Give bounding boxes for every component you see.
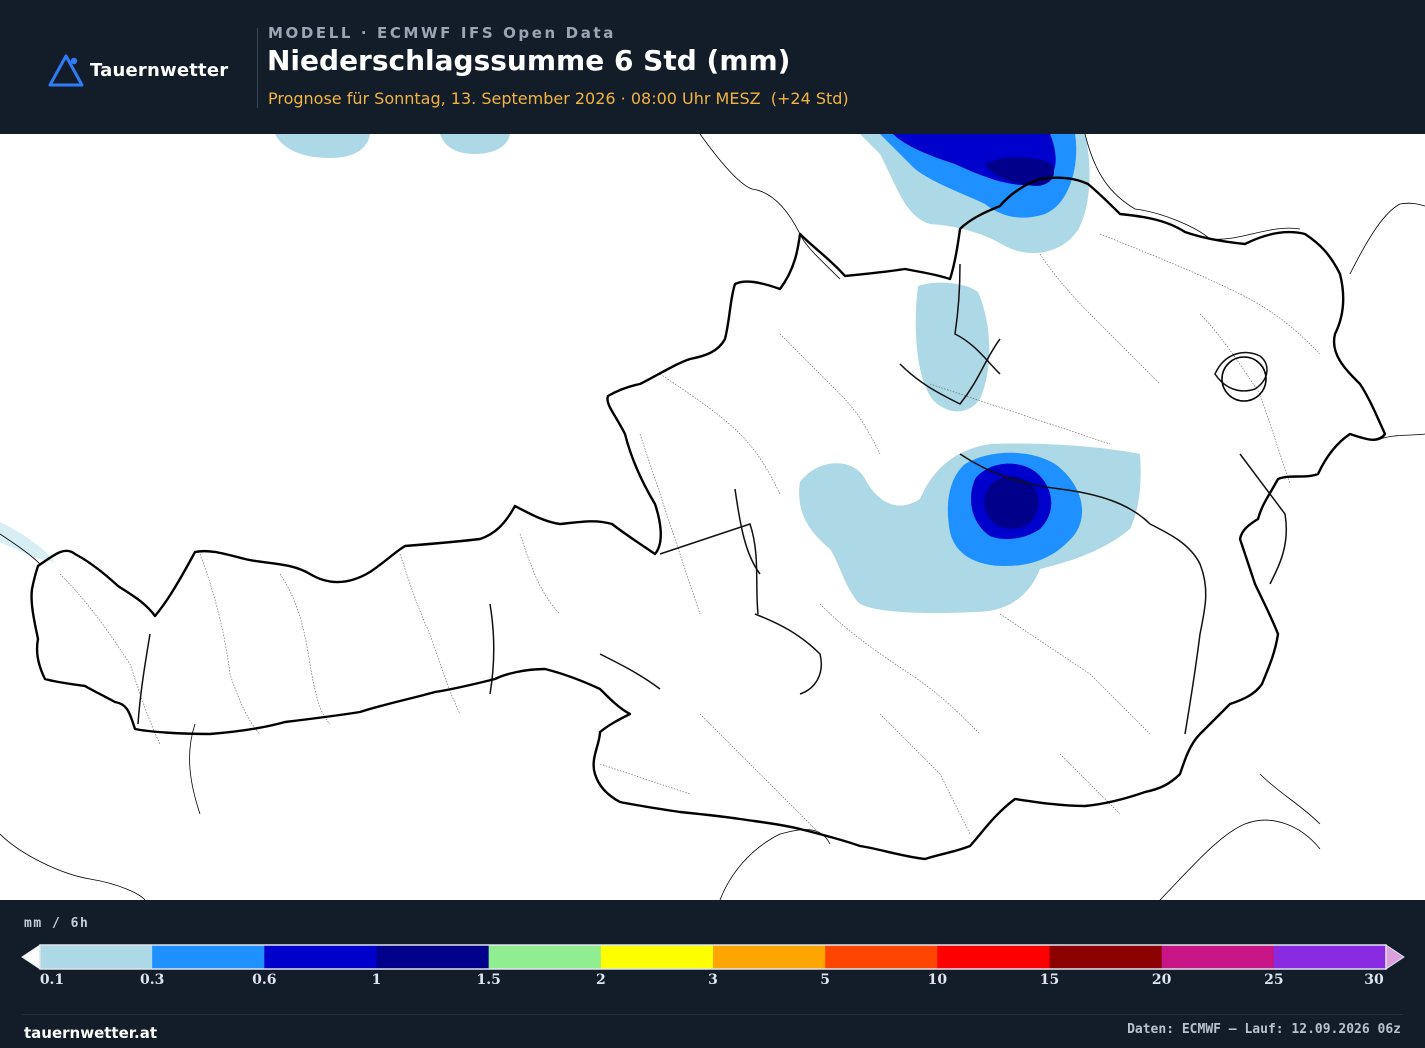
colorbar-bin-0 (40, 945, 153, 969)
colorbar-tick-label: 1 (371, 972, 382, 988)
colorbar-bin-9 (1049, 945, 1163, 969)
header-bar: Tauernwetter MODELL · ECMWF IFS Open Dat… (0, 0, 1425, 134)
colorbar-tick-label: 25 (1264, 972, 1284, 988)
legend-panel: mm / 6h 0.1 0.3 0.6 1 1.5 2 3 5 10 15 20 25 30 tauer… (0, 900, 1425, 1048)
legend-unit: mm / 6h (24, 916, 90, 931)
header-divider (257, 28, 258, 108)
brand-logo[interactable]: Tauernwetter (48, 52, 228, 88)
forecast-subtitle: Prognose für Sonntag, 13. September 2026… (268, 89, 849, 108)
district-borders (59, 233, 1321, 835)
precip-area-nw-1 (275, 134, 370, 158)
colorbar-bin-11 (1273, 945, 1387, 969)
colorbar-tick-label: 10 (927, 972, 948, 988)
model-label: MODELL · ECMWF IFS Open Data (268, 24, 616, 42)
colorbar-bin-6 (713, 945, 826, 969)
colorbar-bin-5 (600, 945, 714, 969)
colorbar-bin-8 (937, 945, 1050, 969)
vienna-city-outline (1221, 356, 1267, 402)
neighbour-borders (0, 134, 1425, 900)
page-title: Niederschlagssumme 6 Std (mm) (267, 44, 791, 77)
precip-area-west-edge (0, 522, 55, 562)
precip-colorbar (21, 944, 1405, 970)
site-link[interactable]: tauernwetter.at (24, 1024, 157, 1042)
colorbar-tick-label: 3 (708, 972, 718, 988)
colorbar-tick-label: 0.3 (139, 972, 165, 988)
colorbar-under-triangle (21, 944, 41, 970)
colorbar-tick-label: 0.6 (252, 972, 277, 988)
colorbar-tick-label: 5 (820, 972, 831, 988)
precip-area-innviertel (915, 282, 990, 412)
precipitation-map[interactable] (0, 134, 1425, 900)
colorbar-bin-7 (825, 945, 938, 969)
footer-divider (22, 1014, 1403, 1015)
colorbar-bin-4 (488, 945, 602, 969)
colorbar-tick-label: 2 (595, 972, 606, 988)
mountain-triangle-icon (48, 54, 84, 87)
colorbar-tick-label: 0.1 (39, 972, 65, 988)
colorbar-tick-label: 1.5 (476, 972, 501, 988)
colorbar-tick-label: 15 (1039, 972, 1060, 988)
colorbar-tick-label: 20 (1151, 972, 1172, 988)
colorbar-over-triangle (1385, 944, 1405, 970)
colorbar-tick-label: 30 (1364, 972, 1384, 988)
austria-outline (30, 176, 1387, 861)
colorbar-bin-2 (264, 945, 377, 969)
precip-area-nw-2 (440, 134, 510, 154)
data-source: Daten: ECMWF – Lauf: 12.09.2026 06z (1127, 1022, 1401, 1037)
colorbar-bin-3 (376, 945, 490, 969)
colorbar-bin-1 (152, 945, 265, 969)
precip-layer (0, 134, 1141, 614)
brand-name: Tauernwetter (90, 59, 229, 81)
colorbar-bin-10 (1161, 945, 1275, 969)
